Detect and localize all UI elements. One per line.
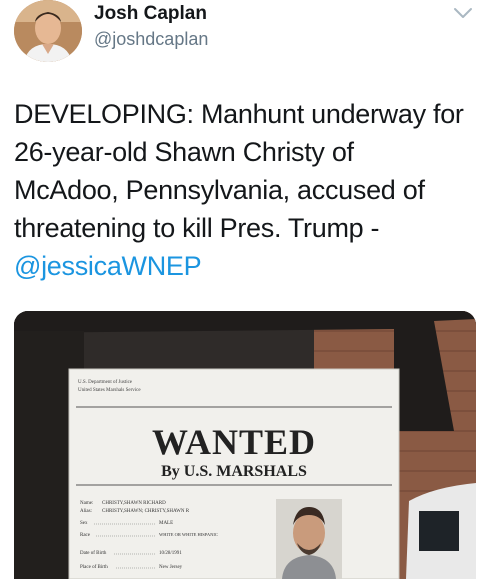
poster-headline: WANTED xyxy=(152,422,316,462)
poster-field-value: 10/28/1991 xyxy=(159,551,182,556)
poster-subheadline: By U.S. MARSHALS xyxy=(161,463,307,480)
poster-field-label: Alias: xyxy=(80,509,92,514)
author-handle[interactable]: @joshdcaplan xyxy=(94,29,208,50)
tweet-photo[interactable]: U.S. Department of Justice United States… xyxy=(14,311,476,579)
author-display-name[interactable]: Josh Caplan xyxy=(94,3,207,25)
tweet-text-line: 26-year-old Shawn Christy of xyxy=(14,137,354,167)
poster-field-value: CHRISTY,SHAWN; CHRISTY,SHAWN R xyxy=(102,509,190,514)
tweet-text-line: DEVELOPING: Manhunt underway for xyxy=(14,99,464,129)
mention-link[interactable]: @jessicaWNEP xyxy=(14,247,476,285)
wanted-poster-photo: U.S. Department of Justice United States… xyxy=(14,311,476,579)
avatar[interactable] xyxy=(14,0,82,62)
poster-field-value: CHRISTY,SHAWN RICHARD xyxy=(102,501,166,506)
tweet-text-line: McAdoo, Pennsylvania, accused of xyxy=(14,175,425,205)
chevron-down-icon[interactable] xyxy=(451,4,475,22)
poster-agency-line1: U.S. Department of Justice xyxy=(78,380,133,385)
tweet-text: DEVELOPING: Manhunt underway for 26-year… xyxy=(14,95,476,285)
poster-field-label: Date of Birth xyxy=(80,551,107,556)
tweet-text-line: threatening to kill Pres. Trump - xyxy=(14,213,380,243)
poster-field-label: Race xyxy=(80,533,91,538)
poster-field-label: Name: xyxy=(80,501,93,506)
poster-field-label: Sex xyxy=(80,521,88,526)
poster-field-value: WHITE OR WHITE HISPANIC xyxy=(159,532,218,537)
poster-field-label: Place of Birth xyxy=(80,565,108,570)
poster-field-value: MALE xyxy=(159,521,173,526)
poster-field-value: New Jersey xyxy=(159,565,183,570)
avatar-image xyxy=(14,0,82,62)
poster-agency-line2: United States Marshals Service xyxy=(78,388,141,393)
